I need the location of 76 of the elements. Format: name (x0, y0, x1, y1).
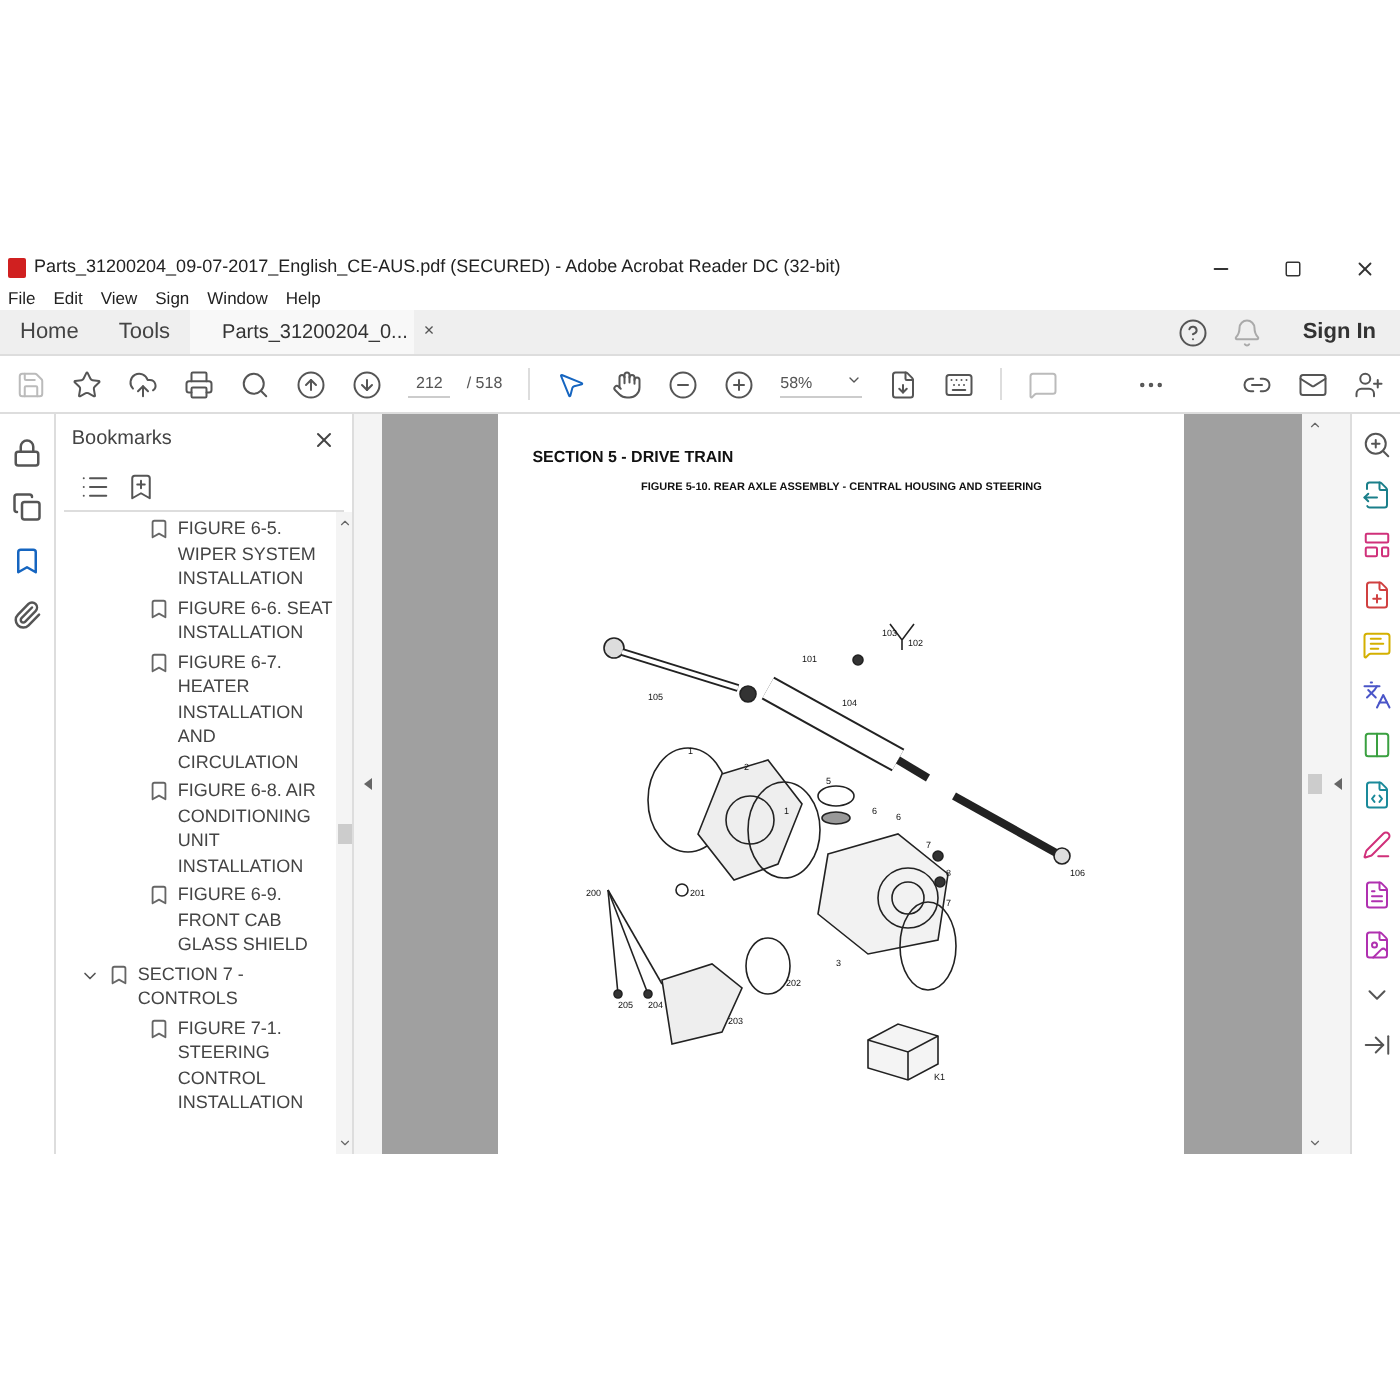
star-icon[interactable] (72, 369, 102, 399)
tab-close-icon[interactable]: × (423, 318, 435, 346)
bookmark-item[interactable]: FIGURE 6-6. SEAT INSTALLATION (177, 595, 337, 645)
pointer-icon[interactable] (556, 369, 587, 399)
nav-tab[interactable]: Home (0, 310, 99, 354)
hand-icon[interactable] (612, 369, 643, 399)
translate-icon[interactable] (1361, 680, 1392, 710)
zoom-in-icon[interactable] (724, 369, 755, 399)
mail-icon[interactable] (1297, 369, 1328, 399)
zoom-icon[interactable] (1361, 430, 1392, 460)
paperclip-icon[interactable] (11, 600, 42, 630)
scroll-thumb[interactable] (337, 823, 352, 843)
scrollbar[interactable] (1302, 414, 1327, 1154)
scroll-down-icon[interactable] (337, 1136, 352, 1150)
upload-icon[interactable] (128, 369, 158, 399)
layout-icon[interactable] (1361, 530, 1392, 560)
bookmark-item[interactable]: SECTION 7 - CONTROLS (137, 961, 337, 1011)
next-page-icon[interactable] (352, 369, 382, 399)
collapse-arrow-icon[interactable] (1334, 778, 1343, 790)
file-plus-icon[interactable] (1361, 580, 1392, 610)
menu-item[interactable]: Edit (53, 285, 83, 311)
bookmark-icon (147, 1017, 170, 1039)
fit-page-icon[interactable] (887, 369, 918, 399)
pdf-app-icon (8, 258, 26, 278)
print-icon[interactable] (184, 369, 214, 399)
code-file-icon[interactable] (1361, 780, 1392, 810)
pages-icon[interactable] (11, 492, 42, 522)
page-total: / 518 (466, 372, 503, 396)
section-heading: SECTION 5 - DRIVE TRAIN (530, 446, 736, 470)
menu-item[interactable]: Window (207, 285, 268, 311)
bookmark-icon (107, 963, 130, 985)
scrollbar[interactable] (336, 512, 353, 1154)
bookmark-icon (147, 884, 170, 906)
scroll-up-icon[interactable] (337, 516, 352, 530)
expand-icon[interactable] (1361, 1030, 1392, 1060)
nav-tab[interactable]: Tools (98, 310, 191, 354)
bookmark-item[interactable]: FIGURE 6-9. FRONT CAB GLASS SHIELD (177, 882, 337, 957)
pen-icon[interactable] (1361, 830, 1392, 860)
previous-page-icon[interactable] (296, 369, 326, 399)
lock-icon[interactable] (11, 438, 42, 468)
close-icon[interactable] (1354, 257, 1376, 279)
menu-item[interactable]: Help (285, 285, 321, 311)
menu-item[interactable]: File (8, 285, 36, 311)
zoom-field[interactable]: 58% (780, 371, 862, 397)
scroll-down-icon[interactable] (1307, 1136, 1322, 1150)
bookmark-icon (147, 780, 170, 802)
collapse-arrow-icon[interactable] (364, 778, 373, 790)
window-title: Parts_31200204_09-07-2017_English_CE-AUS.pdf (SECURED) - Adobe Acrobat Reader DC (32-bit) (34, 254, 841, 281)
zoom-out-icon[interactable] (668, 369, 699, 399)
bookmark-icon (147, 651, 170, 673)
file-arrow-icon[interactable] (1361, 480, 1392, 510)
image-file-icon[interactable] (1361, 930, 1392, 960)
add-user-icon[interactable] (1353, 369, 1384, 399)
sign-in-link[interactable]: Sign In (1302, 315, 1376, 349)
document-icon[interactable] (1361, 880, 1392, 910)
bookmark-icon (147, 597, 170, 619)
scroll-up-icon[interactable] (1307, 418, 1322, 432)
bookmark-item[interactable]: FIGURE 7-1. STEERING CONTROL INSTALLATION (177, 1015, 337, 1115)
menu-item[interactable]: View (100, 285, 138, 311)
page-number-field[interactable]: 212 (408, 371, 451, 397)
add-bookmark-icon[interactable] (125, 472, 156, 502)
bookmark-icon[interactable] (11, 546, 42, 576)
search-icon[interactable] (240, 369, 270, 399)
columns-icon[interactable] (1361, 730, 1392, 760)
bookmark-item[interactable]: FIGURE 6-7. HEATER INSTALLATION AND CIRCULATION (177, 649, 337, 774)
bookmark-item[interactable]: FIGURE 6-8. AIR CONDITIONING UNIT INSTALLATION (177, 778, 337, 878)
help-icon[interactable] (1178, 317, 1209, 347)
bookmark-item[interactable]: FIGURE 6-5. WIPER SYSTEM INSTALLATION (177, 516, 337, 591)
keyboard-icon[interactable] (943, 369, 974, 399)
scroll-thumb[interactable] (1307, 774, 1322, 794)
bookmark-icon (147, 518, 170, 540)
panel-title: Bookmarks (71, 426, 172, 454)
menu-item[interactable]: Sign (155, 285, 190, 311)
close-icon[interactable] (312, 427, 337, 451)
options-icon[interactable] (79, 472, 110, 502)
maximize-icon[interactable] (1284, 259, 1302, 277)
